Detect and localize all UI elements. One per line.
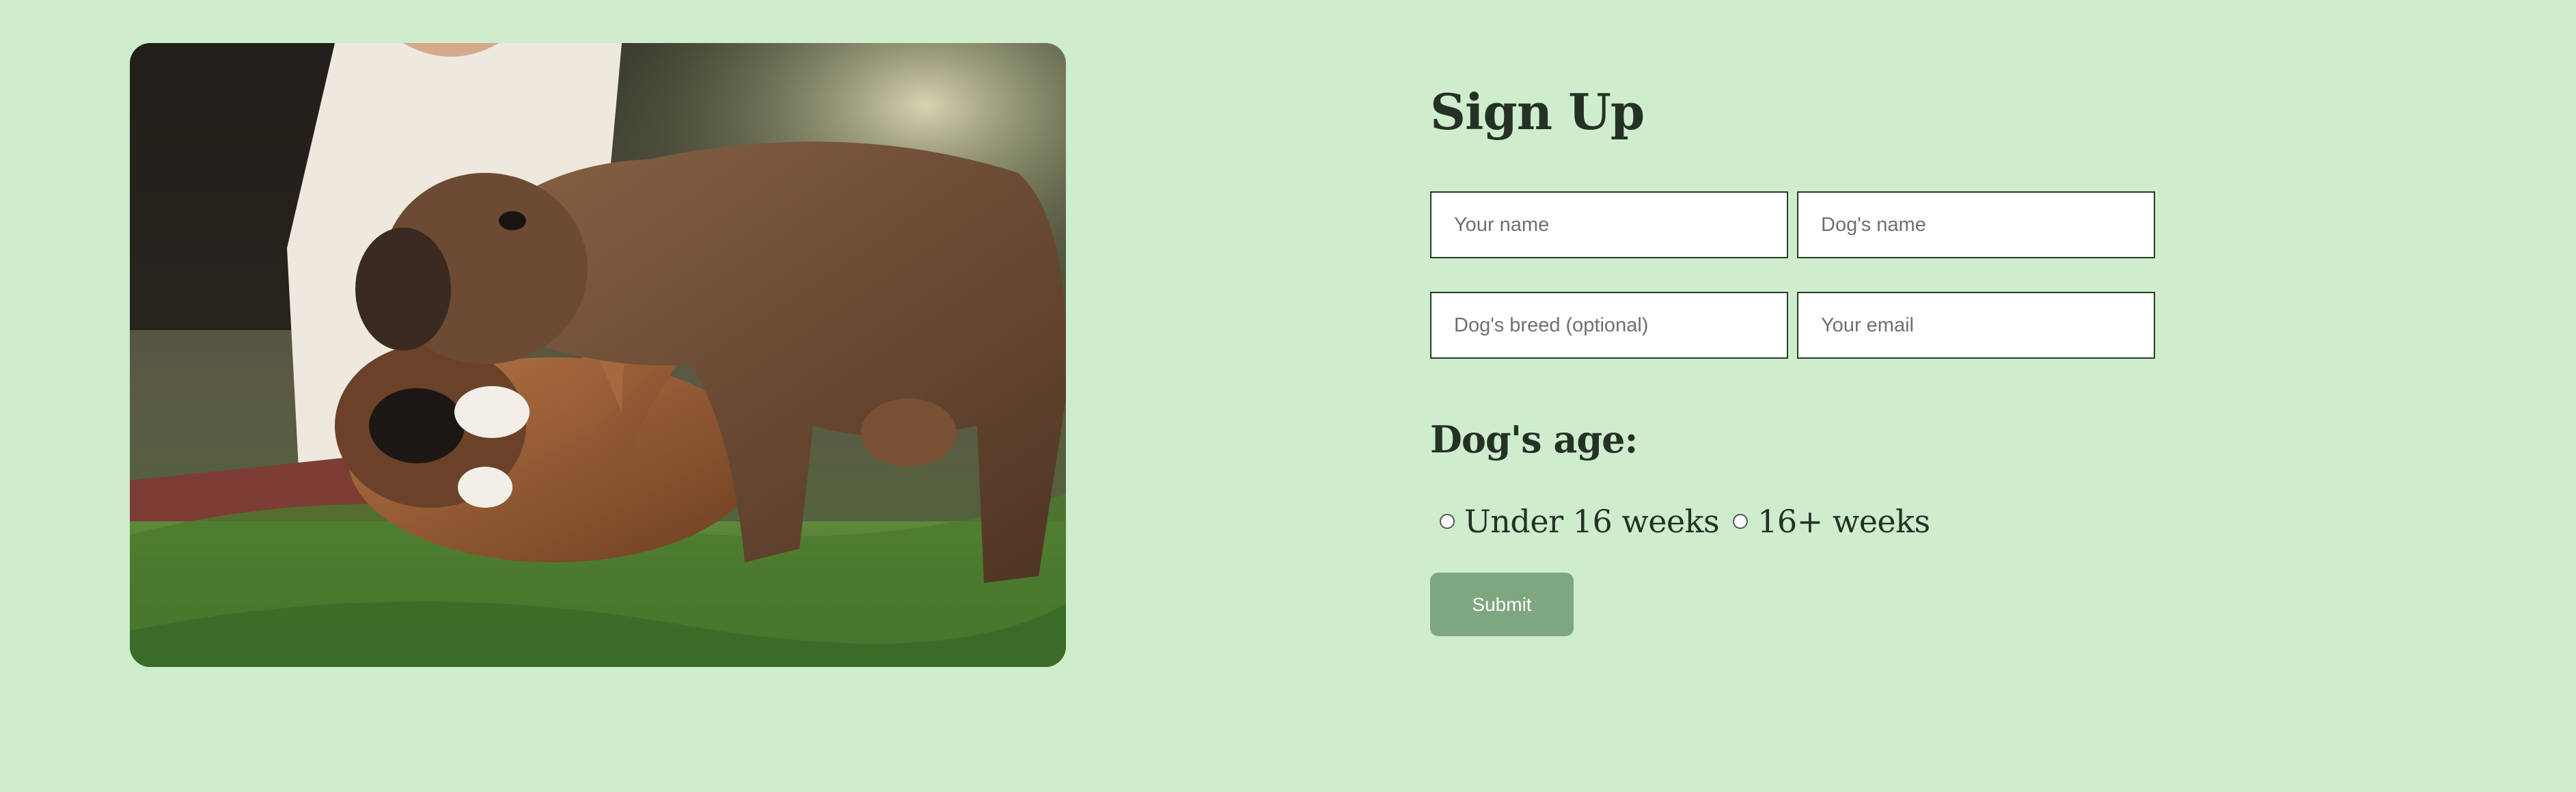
- age-option-16-plus-weeks[interactable]: 16+ weeks: [1729, 503, 1930, 540]
- dog-name-input[interactable]: [1797, 191, 2155, 258]
- dog-age-heading: Dog's age:: [1430, 418, 1638, 461]
- radio-button-16-plus-weeks[interactable]: [1733, 514, 1749, 529]
- signup-page: Sign Up Dog's age: Under 16 weeks 16+ we…: [0, 0, 2576, 792]
- age-option-label: Under 16 weeks: [1464, 503, 1720, 540]
- email-input[interactable]: [1797, 292, 2155, 359]
- age-option-label: 16+ weeks: [1757, 503, 1930, 540]
- dog-breed-input[interactable]: [1430, 292, 1788, 359]
- age-option-under-16-weeks[interactable]: Under 16 weeks: [1436, 503, 1720, 540]
- signup-form: Sign Up Dog's age: Under 16 weeks 16+ we…: [1430, 0, 2250, 792]
- page-title: Sign Up: [1430, 83, 1645, 141]
- dog-age-options: Under 16 weeks 16+ weeks: [1436, 499, 1930, 544]
- hero-photo: [130, 43, 1066, 667]
- radio-button-under-16-weeks[interactable]: [1440, 514, 1455, 529]
- submit-button[interactable]: Submit: [1430, 573, 1574, 636]
- your-name-input[interactable]: [1430, 191, 1788, 258]
